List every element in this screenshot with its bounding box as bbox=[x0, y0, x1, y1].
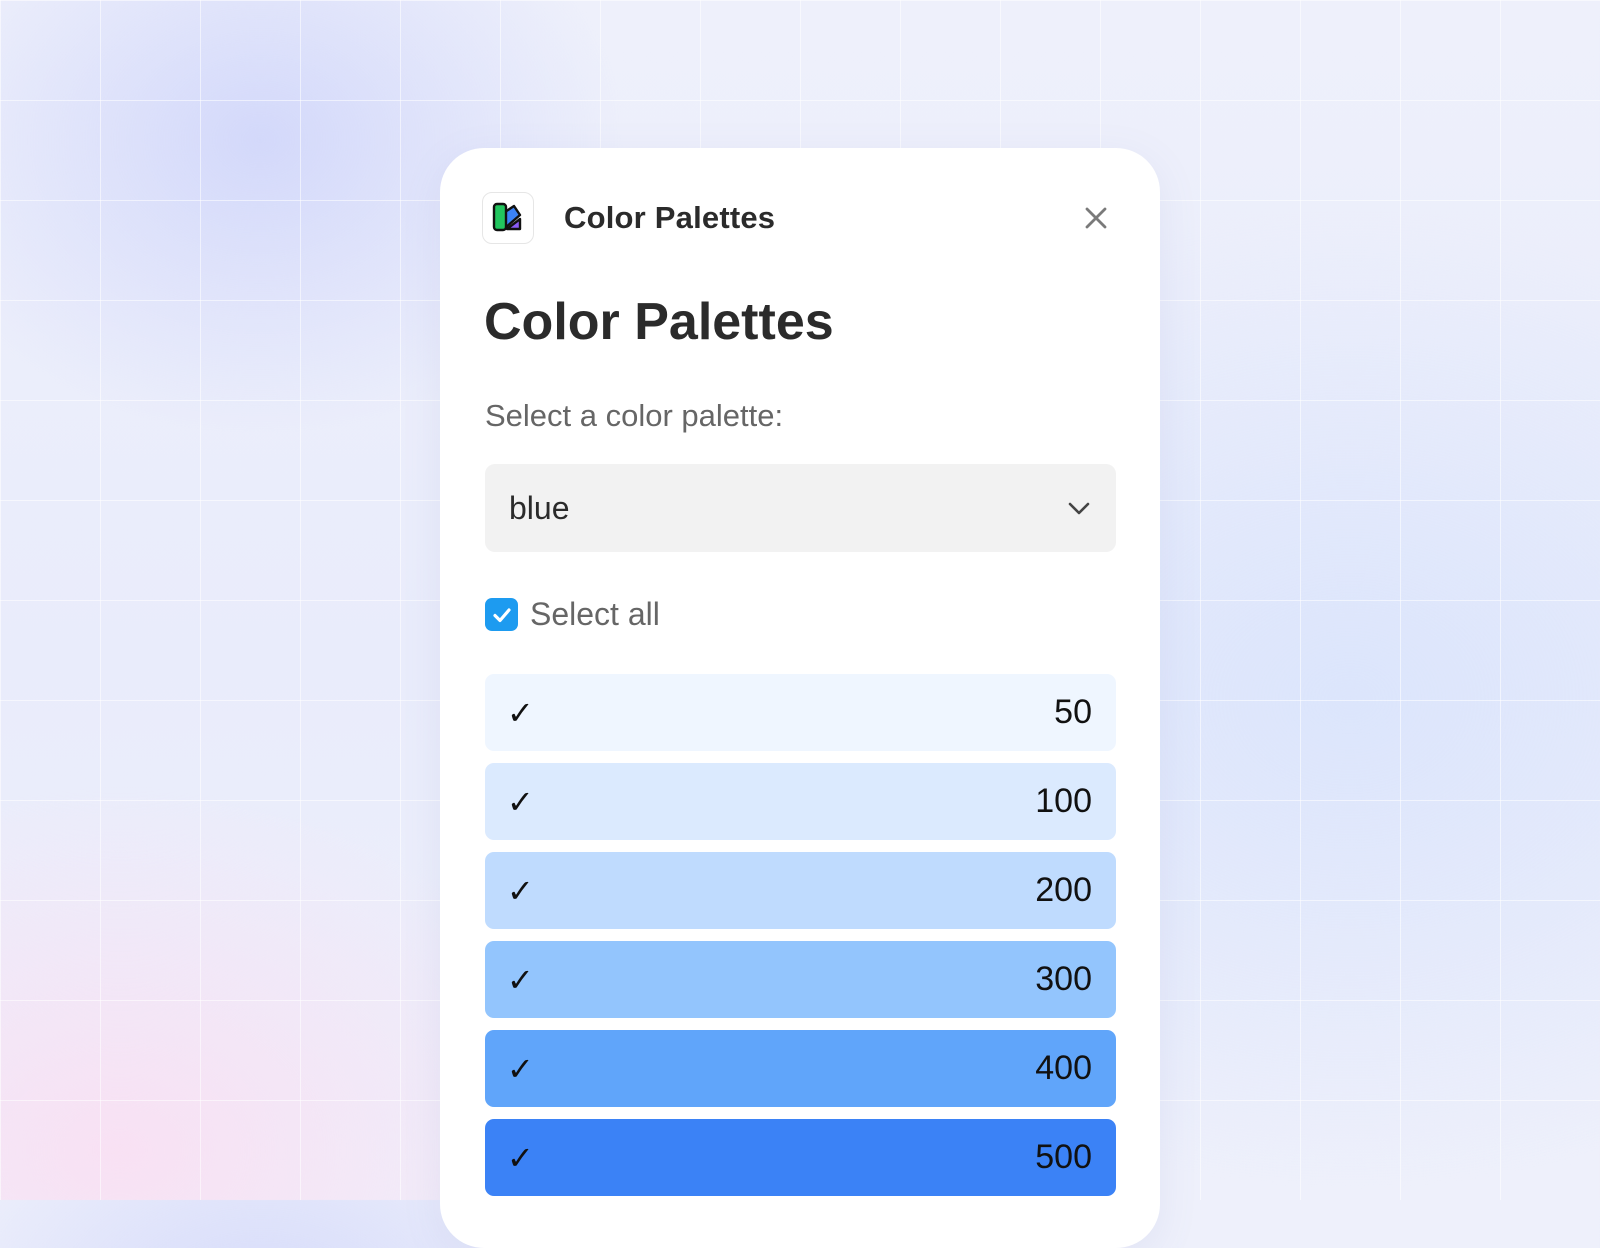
shade-row-100[interactable]: ✓ 100 bbox=[485, 763, 1116, 840]
shade-row-500[interactable]: ✓ 500 bbox=[485, 1119, 1116, 1196]
checkmark-icon: ✓ bbox=[507, 960, 534, 999]
shade-row-400[interactable]: ✓ 400 bbox=[485, 1030, 1116, 1107]
select-all-checkbox[interactable]: Select all bbox=[485, 596, 660, 633]
checkmark-icon: ✓ bbox=[507, 782, 534, 821]
checkmark-icon: ✓ bbox=[507, 693, 534, 732]
page-title: Color Palettes bbox=[484, 293, 834, 351]
shade-value: 200 bbox=[1035, 871, 1092, 909]
shade-row-50[interactable]: ✓ 50 bbox=[485, 674, 1116, 751]
panel-header: Color Palettes bbox=[482, 190, 1118, 246]
select-all-label: Select all bbox=[530, 596, 660, 632]
shade-value: 50 bbox=[1054, 693, 1092, 731]
checkmark-icon: ✓ bbox=[507, 871, 534, 910]
palette-select-label: Select a color palette: bbox=[485, 398, 784, 433]
color-palettes-panel: Color Palettes Color Palettes Select a c… bbox=[440, 148, 1160, 1248]
shade-value: 100 bbox=[1035, 782, 1092, 820]
shade-row-200[interactable]: ✓ 200 bbox=[485, 852, 1116, 929]
shade-list: ✓ 50 ✓ 100 ✓ 200 ✓ 300 ✓ 400 ✓ 500 bbox=[485, 674, 1116, 1208]
palette-select-value: blue bbox=[509, 489, 570, 526]
shade-value: 300 bbox=[1035, 960, 1092, 998]
checkbox-checked-icon bbox=[485, 598, 518, 631]
shade-value: 500 bbox=[1035, 1138, 1092, 1176]
checkmark-icon: ✓ bbox=[507, 1138, 534, 1177]
checkmark-icon: ✓ bbox=[507, 1049, 534, 1088]
chevron-down-icon bbox=[1068, 502, 1090, 515]
shade-row-300[interactable]: ✓ 300 bbox=[485, 941, 1116, 1018]
color-palettes-swatch-icon bbox=[482, 192, 534, 244]
shade-value: 400 bbox=[1035, 1049, 1092, 1087]
header-title: Color Palettes bbox=[564, 200, 776, 235]
close-button[interactable] bbox=[1074, 196, 1118, 240]
close-icon bbox=[1085, 207, 1107, 229]
palette-select[interactable]: blue bbox=[485, 464, 1116, 552]
